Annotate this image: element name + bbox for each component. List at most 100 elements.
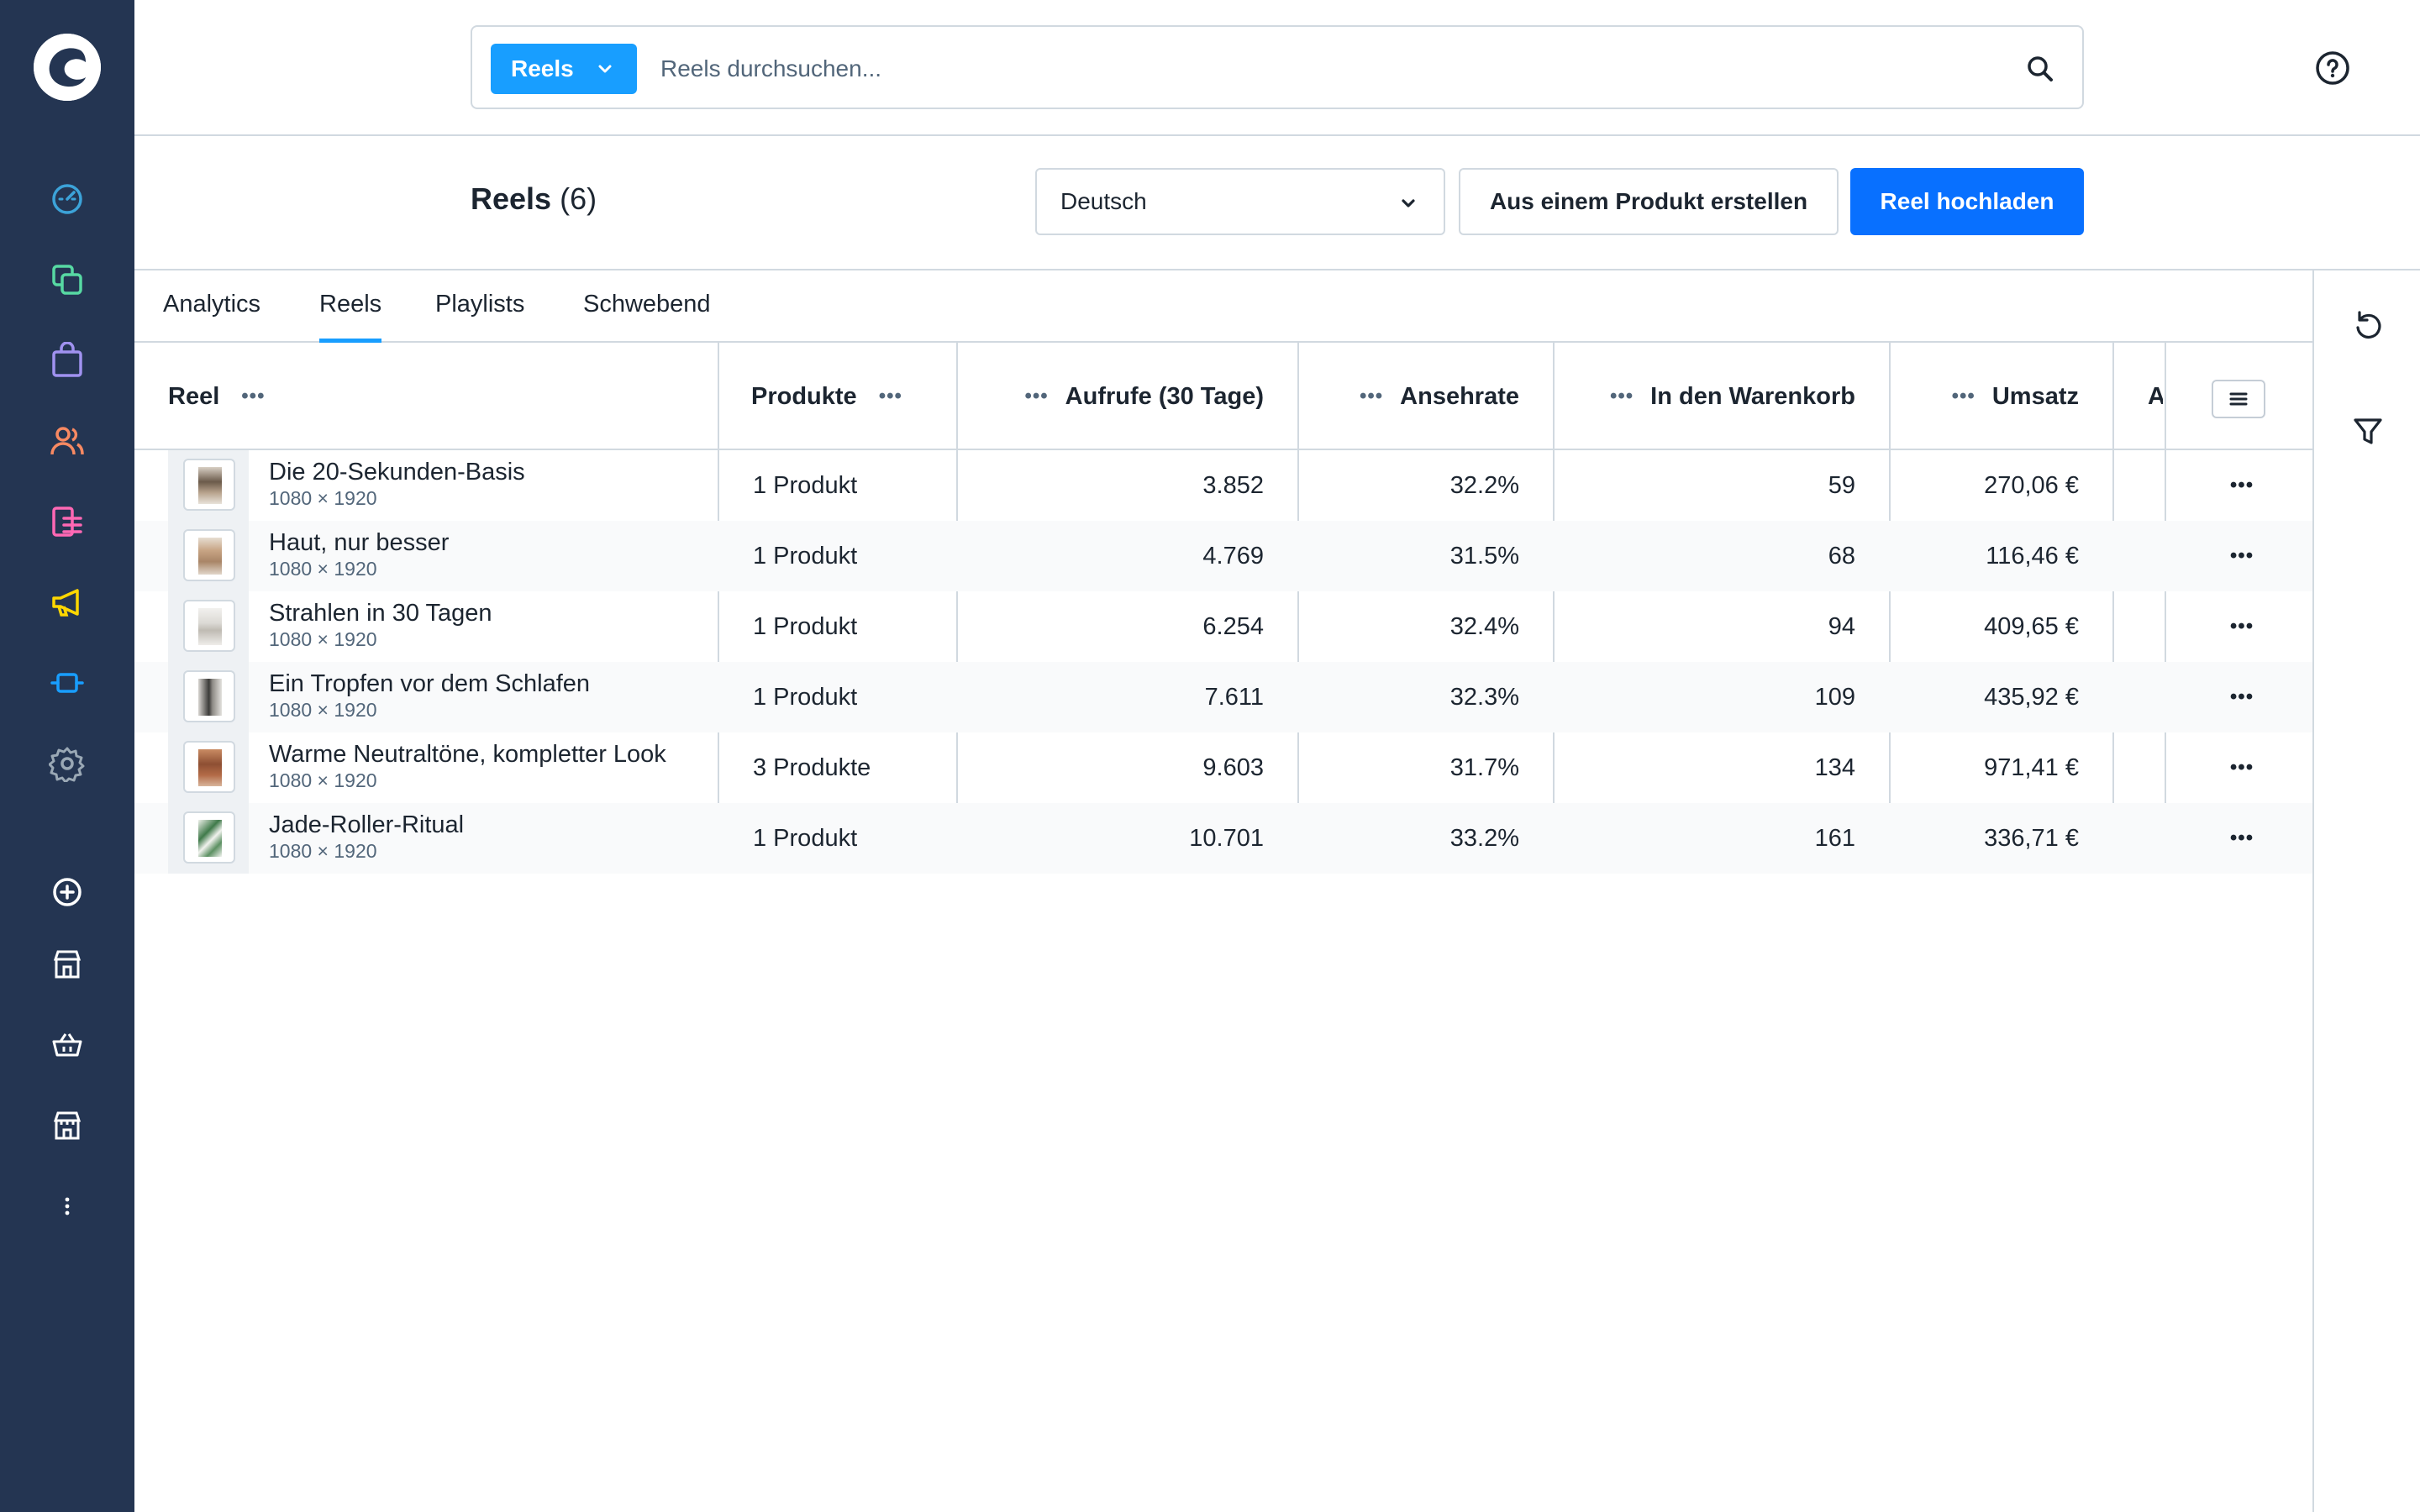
reel-dimensions: 1080 × 1920 bbox=[269, 558, 377, 580]
column-menu-icon[interactable]: ••• bbox=[241, 385, 265, 408]
row-actions-icon[interactable]: ••• bbox=[2223, 608, 2260, 645]
watch-rate-cell: 31.5% bbox=[1449, 542, 1519, 570]
reel-thumbnail[interactable] bbox=[183, 811, 235, 864]
tab-bar: Analytics Reels Playlists Schwebend bbox=[134, 270, 2312, 343]
table-header: Reel ••• Produkte ••• ••• Aufrufe (30 Ta… bbox=[134, 343, 2312, 450]
add-to-cart-cell: 109 bbox=[1814, 683, 1855, 711]
customers-icon[interactable] bbox=[47, 421, 87, 461]
reel-thumbnail[interactable] bbox=[183, 459, 235, 511]
create-from-product-button[interactable]: Aus einem Produkt erstellen bbox=[1459, 168, 1839, 235]
add-icon[interactable] bbox=[47, 872, 87, 912]
revenue-cell: 336,71 € bbox=[1984, 824, 2079, 852]
help-icon[interactable] bbox=[2314, 50, 2351, 87]
search-input[interactable] bbox=[660, 45, 1971, 92]
reel-dimensions: 1080 × 1920 bbox=[269, 699, 377, 721]
row-actions-icon[interactable]: ••• bbox=[2223, 467, 2260, 504]
revenue-cell: 409,65 € bbox=[1984, 612, 2079, 640]
views-cell: 3.852 bbox=[1202, 471, 1264, 499]
settings-icon[interactable] bbox=[47, 743, 87, 784]
column-menu-icon[interactable]: ••• bbox=[879, 385, 902, 408]
column-menu-icon[interactable]: ••• bbox=[1360, 385, 1383, 408]
reel-name[interactable]: Jade-Roller-Ritual bbox=[269, 811, 464, 839]
row-actions-icon[interactable]: ••• bbox=[2223, 538, 2260, 575]
filter-icon[interactable] bbox=[2349, 413, 2386, 450]
smart-bar: Reels (6) Deutsch Aus einem Produkt erst… bbox=[134, 138, 2420, 270]
tab-schwebend[interactable]: Schwebend bbox=[583, 291, 711, 339]
column-label-add-to-cart: In den Warenkorb bbox=[1650, 382, 1855, 410]
products-icon[interactable] bbox=[47, 260, 87, 300]
more-vertical-icon[interactable] bbox=[47, 1186, 87, 1226]
admin-sidebar bbox=[0, 0, 134, 1512]
column-menu-icon[interactable]: ••• bbox=[1952, 385, 1975, 408]
reel-count: (6) bbox=[560, 181, 597, 216]
storefront-icon[interactable] bbox=[47, 944, 87, 984]
refresh-icon[interactable] bbox=[2349, 307, 2386, 344]
watch-rate-cell: 32.4% bbox=[1449, 612, 1519, 640]
reel-name[interactable]: Strahlen in 30 Tagen bbox=[269, 600, 492, 627]
basket-icon[interactable] bbox=[47, 1025, 87, 1065]
tab-playlists[interactable]: Playlists bbox=[435, 291, 524, 339]
thumbnail-image bbox=[198, 467, 222, 504]
reel-name[interactable]: Ein Tropfen vor dem Schlafen bbox=[269, 670, 590, 698]
language-select-value: Deutsch bbox=[1060, 188, 1147, 214]
row-actions-icon[interactable]: ••• bbox=[2223, 679, 2260, 716]
upload-reel-button[interactable]: Reel hochladen bbox=[1850, 168, 2084, 235]
row-actions-icon[interactable]: ••• bbox=[2223, 820, 2260, 857]
reel-thumbnail[interactable] bbox=[183, 600, 235, 652]
views-cell: 7.611 bbox=[1204, 683, 1264, 711]
search-icon[interactable] bbox=[2022, 50, 2059, 87]
thumbnail-image bbox=[198, 679, 222, 716]
reel-thumbnail[interactable] bbox=[183, 741, 235, 793]
language-select[interactable]: Deutsch bbox=[1035, 168, 1445, 235]
table-row[interactable]: Ein Tropfen vor dem Schlafen 1080 × 1920… bbox=[134, 662, 2312, 732]
table-row[interactable]: Warme Neutraltöne, kompletter Look 1080 … bbox=[134, 732, 2312, 803]
column-header-reel[interactable]: Reel ••• bbox=[168, 343, 403, 450]
reel-name[interactable]: Warme Neutraltöne, kompletter Look bbox=[269, 741, 666, 769]
column-menu-icon[interactable]: ••• bbox=[1610, 385, 1634, 408]
orders-icon[interactable] bbox=[47, 340, 87, 381]
table-row[interactable]: Die 20-Sekunden-Basis 1080 × 1920 1 Prod… bbox=[134, 450, 2312, 521]
grid-settings-button[interactable] bbox=[2212, 380, 2265, 418]
watch-rate-cell: 33.2% bbox=[1449, 824, 1519, 852]
row-actions-icon[interactable]: ••• bbox=[2223, 749, 2260, 786]
products-cell: 1 Produkt bbox=[753, 824, 858, 852]
dashboard-icon[interactable] bbox=[47, 179, 87, 219]
column-header-add-to-cart[interactable]: ••• In den Warenkorb bbox=[1546, 343, 1855, 450]
reel-thumbnail[interactable] bbox=[183, 670, 235, 722]
thumbnail-image bbox=[198, 820, 222, 857]
shopware-logo[interactable] bbox=[34, 34, 101, 101]
column-header-watch-rate[interactable]: ••• Ansehrate bbox=[1294, 343, 1519, 450]
reel-name[interactable]: Haut, nur besser bbox=[269, 529, 449, 557]
column-label-truncated: A bbox=[2148, 382, 2163, 410]
table-row[interactable]: Strahlen in 30 Tagen 1080 × 1920 1 Produ… bbox=[134, 591, 2312, 662]
column-header-truncated[interactable]: A bbox=[2148, 343, 2163, 450]
extensions-icon[interactable] bbox=[47, 663, 87, 703]
reel-name[interactable]: Die 20-Sekunden-Basis bbox=[269, 459, 525, 486]
reel-dimensions: 1080 × 1920 bbox=[269, 487, 377, 509]
reel-dimensions: 1080 × 1920 bbox=[269, 769, 377, 791]
marketing-icon[interactable] bbox=[47, 582, 87, 622]
add-to-cart-cell: 68 bbox=[1828, 542, 1855, 570]
page-title-text: Reels bbox=[471, 181, 552, 216]
chevron-down-icon bbox=[593, 57, 617, 87]
views-cell: 4.769 bbox=[1202, 542, 1264, 570]
search-type-dropdown[interactable]: Reels bbox=[491, 44, 637, 94]
chevron-down-icon bbox=[1397, 192, 1420, 221]
column-label-revenue: Umsatz bbox=[1991, 382, 2079, 410]
tab-reels[interactable]: Reels bbox=[319, 291, 382, 343]
column-header-views[interactable]: ••• Aufrufe (30 Tage) bbox=[975, 343, 1264, 450]
tab-analytics[interactable]: Analytics bbox=[163, 291, 260, 339]
column-menu-icon[interactable]: ••• bbox=[1024, 385, 1048, 408]
table-row[interactable]: Jade-Roller-Ritual 1080 × 1920 1 Produkt… bbox=[134, 803, 2312, 874]
column-label-views: Aufrufe (30 Tage) bbox=[1065, 382, 1264, 410]
top-header: Reels bbox=[134, 0, 2420, 136]
column-header-revenue[interactable]: ••• Umsatz bbox=[1882, 343, 2079, 450]
column-header-products[interactable]: Produkte ••• bbox=[751, 343, 970, 450]
table-row[interactable]: Haut, nur besser 1080 × 1920 1 Produkt 4… bbox=[134, 521, 2312, 591]
products-cell: 1 Produkt bbox=[753, 683, 858, 711]
revenue-cell: 971,41 € bbox=[1984, 753, 2079, 781]
store-icon[interactable] bbox=[47, 1105, 87, 1146]
reel-thumbnail[interactable] bbox=[183, 529, 235, 581]
content-icon[interactable] bbox=[47, 501, 87, 542]
revenue-cell: 270,06 € bbox=[1984, 471, 2079, 499]
